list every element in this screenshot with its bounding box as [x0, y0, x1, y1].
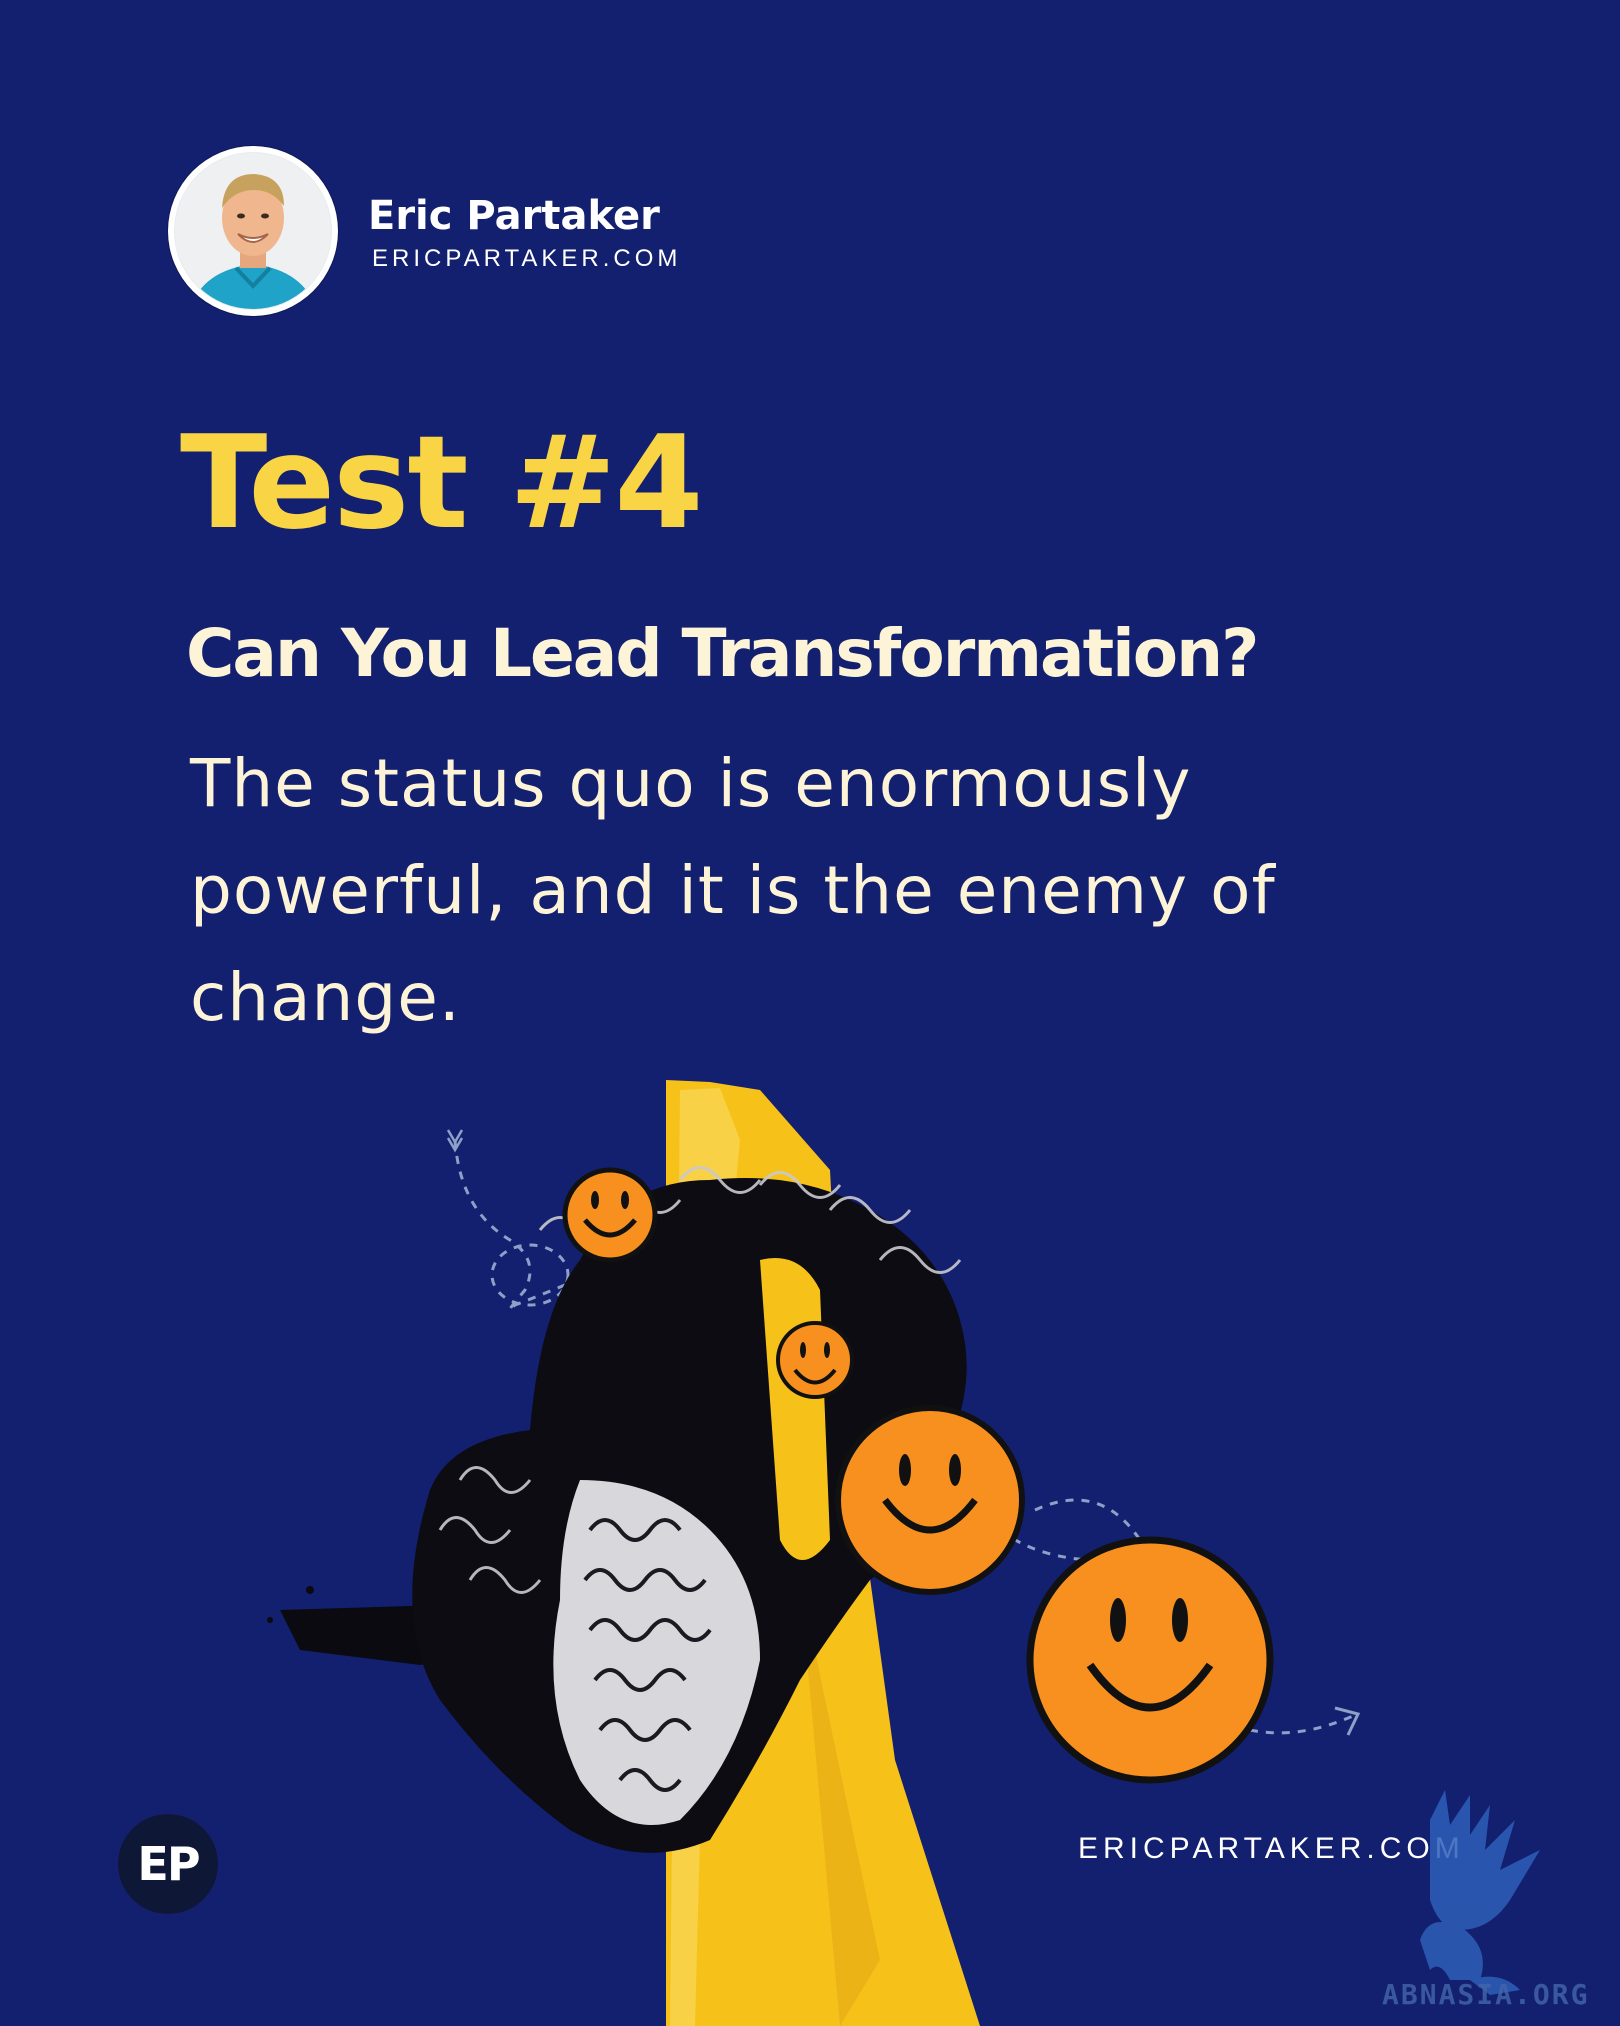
author-photo [174, 152, 332, 310]
page-title: Test #4 [180, 409, 703, 558]
author-site-link[interactable]: ERICPARTAKER.COM [372, 245, 681, 273]
brand-logo: EP [118, 1814, 218, 1914]
author-avatar [168, 146, 338, 316]
author-name: Eric Partaker [368, 193, 660, 239]
statue-illustration [267, 1080, 1361, 2026]
page-subtitle: Can You Lead Transformation? [186, 615, 1259, 692]
body-text: The status quo is enormously powerful, a… [190, 745, 1276, 1036]
smiley-icon [562, 1167, 658, 1263]
watermark-text: ABNASIA.ORG [1382, 1978, 1590, 2011]
